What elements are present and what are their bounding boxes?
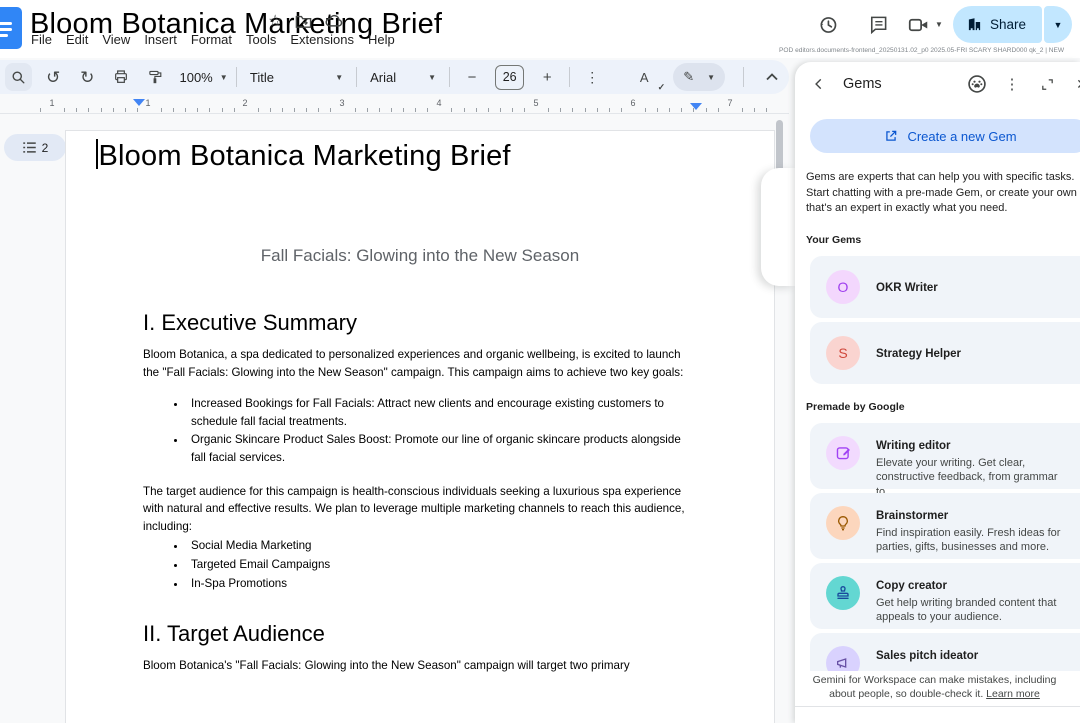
gem-name: Writing editor xyxy=(876,439,951,452)
text-cursor xyxy=(96,139,98,169)
gem-name: Strategy Helper xyxy=(876,347,962,360)
doc-paragraph[interactable]: The target audience for this campaign is… xyxy=(143,483,697,536)
menu-insert[interactable]: Insert xyxy=(137,30,184,49)
learn-more-link[interactable]: Learn more xyxy=(986,688,1040,700)
gem-description: Find inspiration easily. Fresh ideas for… xyxy=(876,526,1061,554)
doc-bullet-item[interactable]: Social Media Marketing xyxy=(187,537,697,555)
footer-divider xyxy=(795,706,1080,707)
tab-count-badge: 2 xyxy=(41,140,49,155)
document-page[interactable]: Bloom Botanica Marketing Brief Fall Faci… xyxy=(65,130,775,723)
doc-bullet-item[interactable]: Organic Skincare Product Sales Boost: Pr… xyxy=(187,431,697,466)
increase-font-size-button[interactable]: + xyxy=(534,64,560,90)
doc-bullet-list[interactable]: Increased Bookings for Fall Facials: Att… xyxy=(143,395,697,466)
disclaimer-text: Gemini for Workspace can make mistakes, … xyxy=(812,674,1057,700)
cloud-status-icon[interactable] xyxy=(325,14,343,28)
stamp-icon xyxy=(826,575,860,610)
font-size-input[interactable]: 26 xyxy=(495,64,525,90)
doc-bullet-item[interactable]: Increased Bookings for Fall Facials: Att… xyxy=(187,395,697,430)
doc-bullet-list[interactable]: Social Media Marketing Targeted Email Ca… xyxy=(143,537,697,592)
outline-list-icon xyxy=(22,142,36,153)
menu-edit[interactable]: Edit xyxy=(59,30,95,49)
menu-file[interactable]: File xyxy=(24,30,59,49)
domain-icon xyxy=(968,18,981,31)
left-indent-marker[interactable] xyxy=(133,99,145,106)
paw-icon[interactable] xyxy=(965,72,989,96)
menu-help[interactable]: Help xyxy=(361,30,402,49)
paint-format-icon[interactable] xyxy=(142,64,168,90)
pencil-icon: ✎ xyxy=(683,69,695,84)
print-icon[interactable] xyxy=(108,64,134,90)
open-in-new-icon xyxy=(886,130,897,141)
paragraph-style-select[interactable]: Title ▼ xyxy=(246,64,347,90)
doc-bullet-item[interactable]: Targeted Email Campaigns xyxy=(187,556,697,574)
gem-card-brainstormer[interactable]: Brainstormer Find inspiration easily. Fr… xyxy=(810,492,1080,559)
build-debug-text: POD editors.documents-frontend_20250131.… xyxy=(779,47,1065,54)
gem-card-strategy-helper[interactable]: S Strategy Helper xyxy=(810,321,1080,384)
gem-name: Sales pitch ideator xyxy=(876,649,979,662)
google-docs-logo-icon[interactable] xyxy=(0,7,22,49)
edit-square-icon xyxy=(826,435,860,470)
close-panel-icon[interactable]: ✕ xyxy=(1070,72,1080,96)
premade-by-google-label: Premade by Google xyxy=(806,400,905,413)
share-button[interactable]: Share xyxy=(952,6,1042,43)
share-dropdown-button[interactable]: ▼ xyxy=(1044,6,1072,43)
redo-icon[interactable]: ↻ xyxy=(74,64,100,90)
gem-avatar: O xyxy=(826,269,860,304)
create-new-gem-button[interactable]: Create a new Gem xyxy=(810,119,1080,153)
undo-icon[interactable]: ↺ xyxy=(40,64,66,90)
right-indent-marker[interactable] xyxy=(690,103,702,110)
doc-paragraph[interactable]: Bloom Botanica, a spa dedicated to perso… xyxy=(143,346,697,381)
gemini-disclaimer-footer: Gemini for Workspace can make mistakes, … xyxy=(795,671,1080,723)
comments-icon[interactable] xyxy=(858,7,898,43)
back-chevron-icon[interactable] xyxy=(807,72,831,96)
panel-more-options-icon[interactable]: ⋮ xyxy=(1000,72,1024,96)
app-header: Bloom Botanica Marketing Brief ☆ File Ed… xyxy=(0,0,1080,58)
spelling-grammar-icon[interactable]: A ✓ xyxy=(631,64,665,93)
doc-heading-target-audience[interactable]: II. Target Audience xyxy=(143,621,697,647)
decrease-font-size-button[interactable]: − xyxy=(459,64,485,90)
lightbulb-icon xyxy=(826,505,860,540)
document-canvas: 2 Bloom Botanica Marketing Brief Fall Fa… xyxy=(0,114,795,723)
expand-panel-icon[interactable] xyxy=(1035,72,1059,96)
gem-card-writing-editor[interactable]: Writing editor Elevate your writing. Get… xyxy=(810,422,1080,498)
gems-side-panel: Gems ⋮ ✕ Create a new Gem Gems are exper… xyxy=(795,62,1080,723)
join-call-button[interactable]: ▼ xyxy=(908,17,943,33)
doc-bullet-item[interactable]: In-Spa Promotions xyxy=(187,575,697,593)
gem-card-okr-writer[interactable]: O OKR Writer xyxy=(810,255,1080,318)
hide-menus-chevron-icon[interactable] xyxy=(759,64,785,90)
panel-title: Gems xyxy=(843,76,882,92)
doc-heading-title[interactable]: Bloom Botanica Marketing Brief xyxy=(96,139,511,173)
horizontal-ruler[interactable]: 1 1 2 3 4 5 6 7 xyxy=(0,98,789,114)
menu-tools[interactable]: Tools xyxy=(239,30,283,49)
gems-description: Gems are experts that can help you with … xyxy=(806,171,1077,215)
gem-avatar: S xyxy=(826,335,860,370)
gem-name: Brainstormer xyxy=(876,509,949,522)
gem-name: OKR Writer xyxy=(876,281,938,294)
side-panel-grip[interactable] xyxy=(761,168,795,286)
more-toolbar-options-icon[interactable]: ⋮ xyxy=(579,64,605,90)
your-gems-label: Your Gems xyxy=(806,233,862,246)
menu-extensions[interactable]: Extensions xyxy=(283,30,361,49)
version-history-icon[interactable] xyxy=(808,7,848,43)
editing-mode-select[interactable]: ✎ ▼ xyxy=(673,63,726,91)
font-family-select[interactable]: Arial ▼ xyxy=(366,64,440,90)
doc-heading-exec-summary[interactable]: I. Executive Summary xyxy=(143,310,697,336)
gems-panel-header: Gems ⋮ ✕ xyxy=(795,62,1080,106)
call-dropdown-caret-icon[interactable]: ▼ xyxy=(935,20,943,29)
editor-toolbar: ↺ ↻ 100% ▼ Title ▼ Arial ▼ − 26 + ⋮ A ✓ ✎ ▼ xyxy=(0,60,789,94)
menu-view[interactable]: View xyxy=(95,30,137,49)
document-tabs-button[interactable]: 2 xyxy=(4,134,66,161)
gem-name: Copy creator xyxy=(876,579,947,592)
star-icon[interactable]: ☆ xyxy=(268,11,282,31)
search-menus-icon[interactable] xyxy=(5,63,33,91)
share-button-group: Share ▼ xyxy=(952,6,1072,43)
gem-description: Get help writing branded content that ap… xyxy=(876,596,1057,624)
move-folder-icon[interactable] xyxy=(295,14,312,29)
menu-format[interactable]: Format xyxy=(184,30,239,49)
doc-subtitle[interactable]: Fall Facials: Glowing into the New Seaso… xyxy=(143,246,697,266)
gem-card-copy-creator[interactable]: Copy creator Get help writing branded co… xyxy=(810,562,1080,629)
zoom-select[interactable]: 100% ▼ xyxy=(179,64,227,90)
menu-bar: File Edit View Insert Format Tools Exten… xyxy=(24,30,402,49)
doc-paragraph[interactable]: Bloom Botanica's "Fall Facials: Glowing … xyxy=(143,657,697,675)
